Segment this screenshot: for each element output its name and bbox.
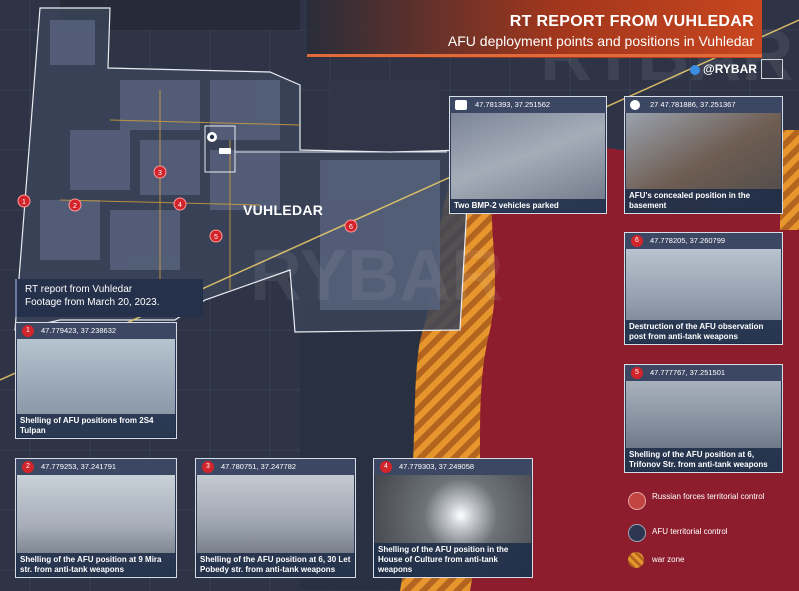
card-caption: Shelling of the AFU position at 6, Trifo…	[625, 448, 782, 472]
war-zone-icon	[628, 552, 644, 568]
vehicle-icon	[219, 148, 231, 154]
photo-card: 47.779423, 37.238632 1 Shelling of AFU p…	[15, 322, 177, 439]
place-label: VUHLEDAR	[243, 202, 324, 218]
brand-text: @RYBAR	[703, 62, 757, 76]
brand-label: @RYBAR	[690, 62, 757, 78]
marker-2-label: 2	[73, 203, 77, 210]
card-photo	[451, 113, 605, 212]
position-icon-inner	[209, 134, 215, 140]
card-coords: 47.781393, 37.251562	[450, 97, 606, 113]
afu-control-icon	[628, 524, 646, 542]
legend-label: Russian forces territorial control	[652, 492, 765, 501]
qr-icon	[761, 59, 783, 79]
note-line-1: RT report from Vuhledar	[25, 284, 133, 295]
card-caption: Two BMP-2 vehicles parked	[450, 199, 606, 213]
card-coords: 47.777767, 37.251501	[625, 365, 782, 381]
card-caption: Destruction of the AFU observation post …	[625, 320, 782, 344]
card-number: 5	[631, 367, 643, 379]
photo-card: 47.781393, 37.251562 Two BMP-2 vehicles …	[449, 96, 607, 214]
card-coords: 47.779423, 37.238632	[16, 323, 176, 339]
card-number: 6	[631, 235, 643, 247]
marker-5-label: 5	[214, 234, 218, 241]
card-number: 3	[202, 461, 214, 473]
note-line-2: Footage from March 20, 2023.	[25, 297, 160, 308]
card-caption: Shelling of the AFU position at 9 Mira s…	[16, 553, 176, 577]
marker-4-label: 4	[178, 202, 182, 209]
card-caption: Shelling of the AFU position at 6, 30 Le…	[196, 553, 355, 577]
header-banner: RT REPORT FROM VUHLEDAR AFU deployment p…	[307, 0, 762, 58]
photo-card: 47.780751, 37.247782 3 Shelling of the A…	[195, 458, 356, 578]
marker-6-label: 6	[349, 224, 353, 231]
marker-3-label: 3	[158, 170, 162, 177]
photo-card: 47.779303, 37.249058 4 Shelling of the A…	[373, 458, 533, 578]
card-coords: 27 47.781886, 37.251367	[625, 97, 782, 113]
page-title: RT REPORT FROM VUHLEDAR	[509, 13, 754, 30]
report-note: RT report from Vuhledar Footage from Mar…	[15, 279, 203, 317]
marker-1-label: 1	[22, 199, 26, 206]
legend-label: AFU territorial control	[652, 527, 728, 536]
card-caption: Shelling of the AFU position in the Hous…	[374, 543, 532, 577]
photo-card: 47.778205, 37.260799 6 Destruction of th…	[624, 232, 783, 345]
legend-label: war zone	[652, 555, 685, 564]
position-icon	[630, 100, 640, 110]
russian-control-icon	[628, 492, 646, 510]
card-number: 4	[380, 461, 392, 473]
map-legend: Russian forces territorial control AFU t…	[622, 482, 784, 582]
vehicle-icon	[455, 100, 467, 110]
card-coords: 47.779303, 37.249058	[374, 459, 532, 475]
card-coords: 47.778205, 37.260799	[625, 233, 782, 249]
card-caption: Shelling of AFU positions from 2S4 Tulpa…	[16, 414, 176, 438]
card-number: 1	[22, 325, 34, 337]
telegram-icon	[690, 64, 700, 75]
card-caption: AFU's concealed position in the basement	[625, 189, 782, 213]
photo-card: 27 47.781886, 37.251367 AFU's concealed …	[624, 96, 783, 214]
photo-card: 47.779253, 37.241791 2 Shelling of the A…	[15, 458, 177, 578]
card-coords: 47.779253, 37.241791	[16, 459, 176, 475]
header-accent	[307, 54, 762, 57]
photo-card: 47.777767, 37.251501 5 Shelling of the A…	[624, 364, 783, 473]
card-number: 2	[22, 461, 34, 473]
page-subtitle: AFU deployment points and positions in V…	[447, 33, 754, 49]
watermark: RYBAR	[250, 236, 503, 316]
card-coords: 47.780751, 37.247782	[196, 459, 355, 475]
